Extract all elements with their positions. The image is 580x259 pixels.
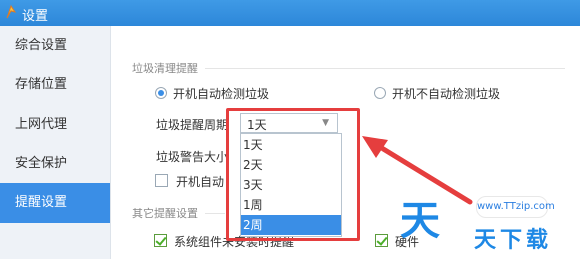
section-divider <box>205 68 565 69</box>
sidebar-item-proxy[interactable]: 上网代理 <box>0 105 110 145</box>
auto-check-checkbox[interactable] <box>155 174 168 187</box>
section-divider <box>205 213 225 214</box>
watermark-text: 天下载 <box>474 228 553 253</box>
radio-auto-check[interactable] <box>155 87 167 99</box>
window-title: 设置 <box>22 9 49 24</box>
radio-auto-check-label: 开机自动检测垃圾 <box>173 87 270 101</box>
highlight-box <box>226 108 360 241</box>
period-label: 垃圾提醒周期 <box>156 118 229 132</box>
other-section-title: 其它提醒设置 <box>132 207 198 220</box>
sidebar-item-reminders[interactable]: 提醒设置 <box>0 183 110 223</box>
garbage-section-title: 垃圾清理提醒 <box>132 62 198 75</box>
sidebar-item-security[interactable]: 安全保护 <box>0 144 110 184</box>
warning-size-label: 垃圾警告大小 <box>156 150 229 164</box>
watermark-logo: 天 <box>400 197 440 244</box>
hardware-reminder-checkbox[interactable] <box>375 234 388 247</box>
radio-no-auto-check[interactable] <box>374 87 386 99</box>
watermark-url: www.TTzip.com <box>476 196 555 218</box>
sidebar: 综合设置 存储位置 上网代理 安全保护 提醒设置 <box>0 26 111 259</box>
app-logo-icon <box>6 4 17 19</box>
auto-check-label: 开机自动 <box>176 175 225 189</box>
component-reminder-checkbox[interactable] <box>154 234 167 247</box>
sidebar-item-storage[interactable]: 存储位置 <box>0 65 110 105</box>
radio-no-auto-check-label: 开机不自动检测垃圾 <box>392 87 501 101</box>
sidebar-item-general[interactable]: 综合设置 <box>0 26 110 66</box>
title-bar: 设置 <box>0 0 580 26</box>
